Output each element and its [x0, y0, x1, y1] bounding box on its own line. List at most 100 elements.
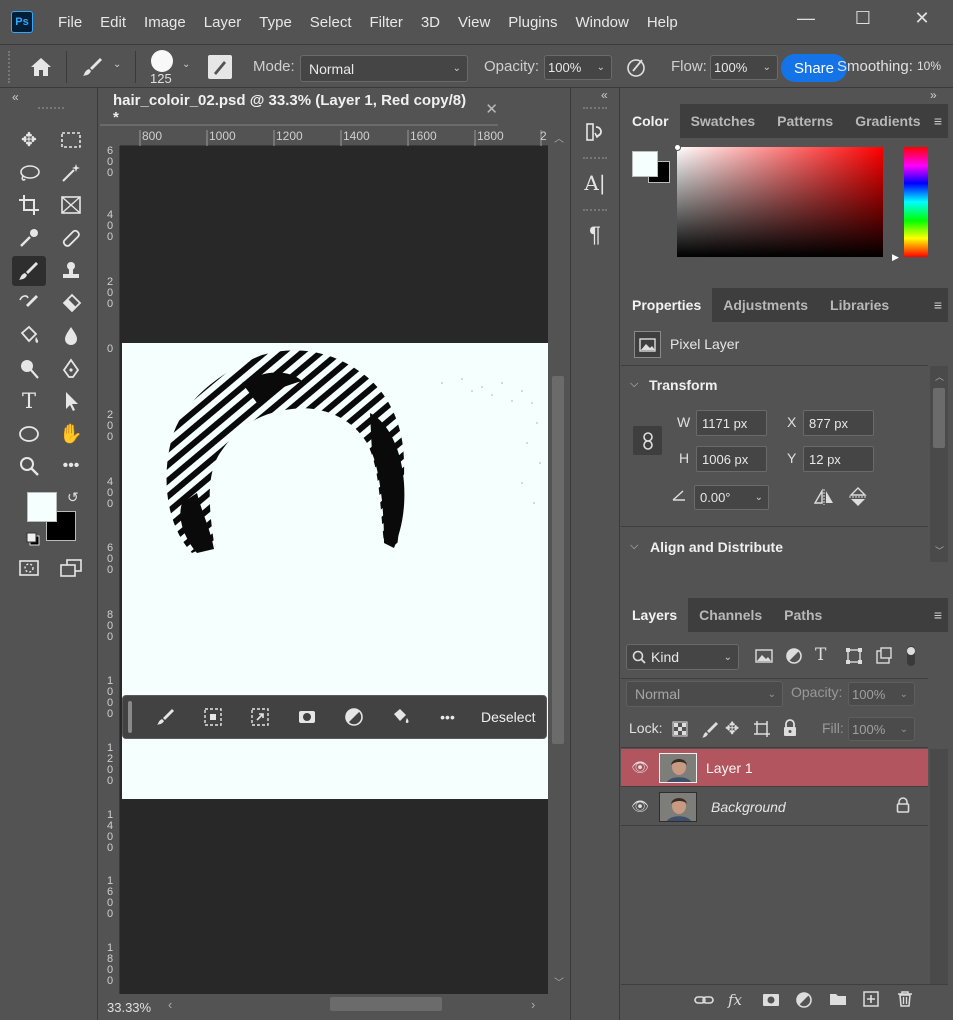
fill-selection-icon[interactable]	[377, 695, 424, 739]
minimize-button[interactable]: —	[777, 0, 835, 36]
default-colors-icon[interactable]	[26, 532, 40, 546]
eraser-icon[interactable]	[54, 288, 88, 318]
type-filter-icon[interactable]: T	[815, 645, 826, 665]
new-layer-icon[interactable]	[863, 991, 879, 1010]
vertical-scrollbar[interactable]: ︿ ﹀	[548, 126, 568, 994]
scroll-right-icon[interactable]: ›	[531, 997, 535, 1012]
tab-patterns[interactable]: Patterns	[766, 104, 844, 138]
layer-locked-icon[interactable]	[896, 797, 910, 816]
options-grip[interactable]	[8, 51, 12, 83]
flip-vertical-icon[interactable]	[848, 486, 868, 511]
context-bar-grip[interactable]	[128, 701, 132, 733]
screen-mode-icon[interactable]	[54, 553, 88, 583]
menu-view[interactable]: View	[449, 14, 499, 31]
eyedropper-icon[interactable]	[12, 223, 46, 253]
paragraph-panel-icon[interactable]: ¶	[579, 219, 611, 251]
panel-menu-icon[interactable]: ≡	[934, 113, 942, 129]
menu-file[interactable]: File	[49, 14, 91, 31]
adjustment-layer-icon[interactable]	[330, 695, 377, 739]
panel-menu-icon[interactable]: ≡	[934, 607, 942, 623]
brush-tip-icon[interactable]	[151, 50, 173, 72]
lock-pixels-icon[interactable]	[701, 720, 719, 741]
tab-adjustments[interactable]: Adjustments	[712, 288, 819, 322]
flow-field[interactable]: 100% ⌄	[710, 55, 778, 80]
y-field[interactable]: 12 px	[803, 446, 874, 472]
filter-toggle[interactable]	[905, 644, 917, 668]
lock-transparency-icon[interactable]	[672, 721, 688, 740]
foreground-color-chip[interactable]	[632, 151, 658, 177]
zoom-tool-icon[interactable]	[12, 451, 46, 481]
tab-paths[interactable]: Paths	[773, 598, 833, 632]
frame-tool-icon[interactable]	[54, 190, 88, 220]
opacity-field[interactable]: 100% ⌄	[544, 55, 612, 80]
maximize-button[interactable]: ☐	[834, 0, 892, 36]
chevron-down-icon[interactable]: ⌵	[630, 540, 638, 553]
align-distribute-header[interactable]: Align and Distribute	[650, 539, 783, 555]
angle-field[interactable]: 0.00° ⌄	[694, 485, 769, 510]
menu-image[interactable]: Image	[135, 14, 195, 31]
layers-scrollbar[interactable]	[930, 749, 948, 984]
link-dimensions-icon[interactable]	[633, 426, 662, 455]
ellipse-tool-icon[interactable]	[12, 419, 46, 449]
pen-tool-icon[interactable]	[54, 354, 88, 384]
new-adjustment-layer-icon[interactable]	[795, 991, 813, 1012]
visibility-eye-icon[interactable]: 👁	[621, 759, 659, 776]
marquee-tool-icon[interactable]	[54, 125, 88, 155]
chevron-down-icon[interactable]: ⌵	[630, 378, 638, 391]
layer-filter-dropdown[interactable]: Kind ⌄	[626, 644, 739, 670]
panel-menu-icon[interactable]: ≡	[934, 297, 942, 313]
blur-tool-icon[interactable]	[54, 321, 88, 351]
lock-artboard-icon[interactable]	[753, 720, 771, 741]
tab-libraries[interactable]: Libraries	[819, 288, 900, 322]
scroll-up-icon[interactable]: ︿	[935, 370, 944, 383]
properties-scroll-thumb[interactable]	[933, 388, 945, 448]
menu-help[interactable]: Help	[638, 14, 687, 31]
adjustment-filter-icon[interactable]	[785, 647, 803, 668]
delete-layer-icon[interactable]	[897, 990, 913, 1011]
tab-channels[interactable]: Channels	[688, 598, 773, 632]
dodge-tool-icon[interactable]	[12, 354, 46, 384]
properties-scrollbar[interactable]: ︿ ﹀	[930, 366, 948, 562]
collapse-right-panels-icon[interactable]: »	[930, 88, 937, 102]
more-tools-icon[interactable]: •••	[54, 451, 88, 481]
menu-edit[interactable]: Edit	[91, 14, 135, 31]
hand-tool-icon[interactable]: ✋	[54, 419, 88, 449]
width-field[interactable]: 1171 px	[696, 410, 767, 436]
tab-swatches[interactable]: Swatches	[680, 104, 767, 138]
shape-filter-icon[interactable]	[845, 647, 863, 668]
close-tab-icon[interactable]: ✕	[485, 100, 498, 118]
path-selection-icon[interactable]	[54, 386, 88, 416]
brush-size-chevron-icon[interactable]: ⌄	[182, 59, 190, 70]
lasso-tool-icon[interactable]	[12, 158, 46, 188]
menu-plugins[interactable]: Plugins	[499, 14, 566, 31]
crop-tool-icon[interactable]	[12, 190, 46, 220]
scroll-up-icon[interactable]: ︿	[554, 130, 564, 145]
home-icon[interactable]	[28, 55, 54, 79]
dock-grip[interactable]	[583, 107, 607, 110]
link-layers-icon[interactable]	[694, 993, 714, 1010]
select-subject-icon[interactable]	[189, 695, 236, 739]
dock-grip[interactable]	[583, 209, 607, 212]
brush-preset-icon[interactable]	[80, 55, 106, 79]
swap-colors-icon[interactable]: ↺	[67, 489, 79, 506]
smoothing-value[interactable]: 10%	[917, 59, 941, 73]
fill-field[interactable]: 100% ⌄	[848, 717, 915, 741]
layer-effects-icon[interactable]: fx	[728, 991, 742, 1009]
character-panel-icon[interactable]: A|	[579, 167, 611, 199]
history-panel-icon[interactable]	[579, 116, 611, 148]
visibility-eye-icon[interactable]: 👁	[621, 798, 659, 815]
scroll-down-icon[interactable]: ﹀	[935, 544, 944, 557]
clone-stamp-icon[interactable]	[54, 256, 88, 286]
lock-position-icon[interactable]: ✥	[725, 719, 739, 739]
type-tool-icon[interactable]: T	[12, 386, 46, 416]
paint-bucket-icon[interactable]	[12, 321, 46, 351]
foreground-color-swatch-top[interactable]	[27, 492, 57, 522]
hue-slider-marker-icon[interactable]: ▶	[892, 252, 899, 263]
menu-window[interactable]: Window	[566, 14, 637, 31]
menu-filter[interactable]: Filter	[361, 14, 412, 31]
pressure-opacity-icon[interactable]	[624, 55, 648, 79]
scroll-left-icon[interactable]: ‹	[168, 997, 172, 1012]
move-tool-icon[interactable]: ✥	[12, 125, 46, 155]
scroll-down-icon[interactable]: ﹀	[554, 974, 564, 989]
height-field[interactable]: 1006 px	[696, 446, 767, 472]
